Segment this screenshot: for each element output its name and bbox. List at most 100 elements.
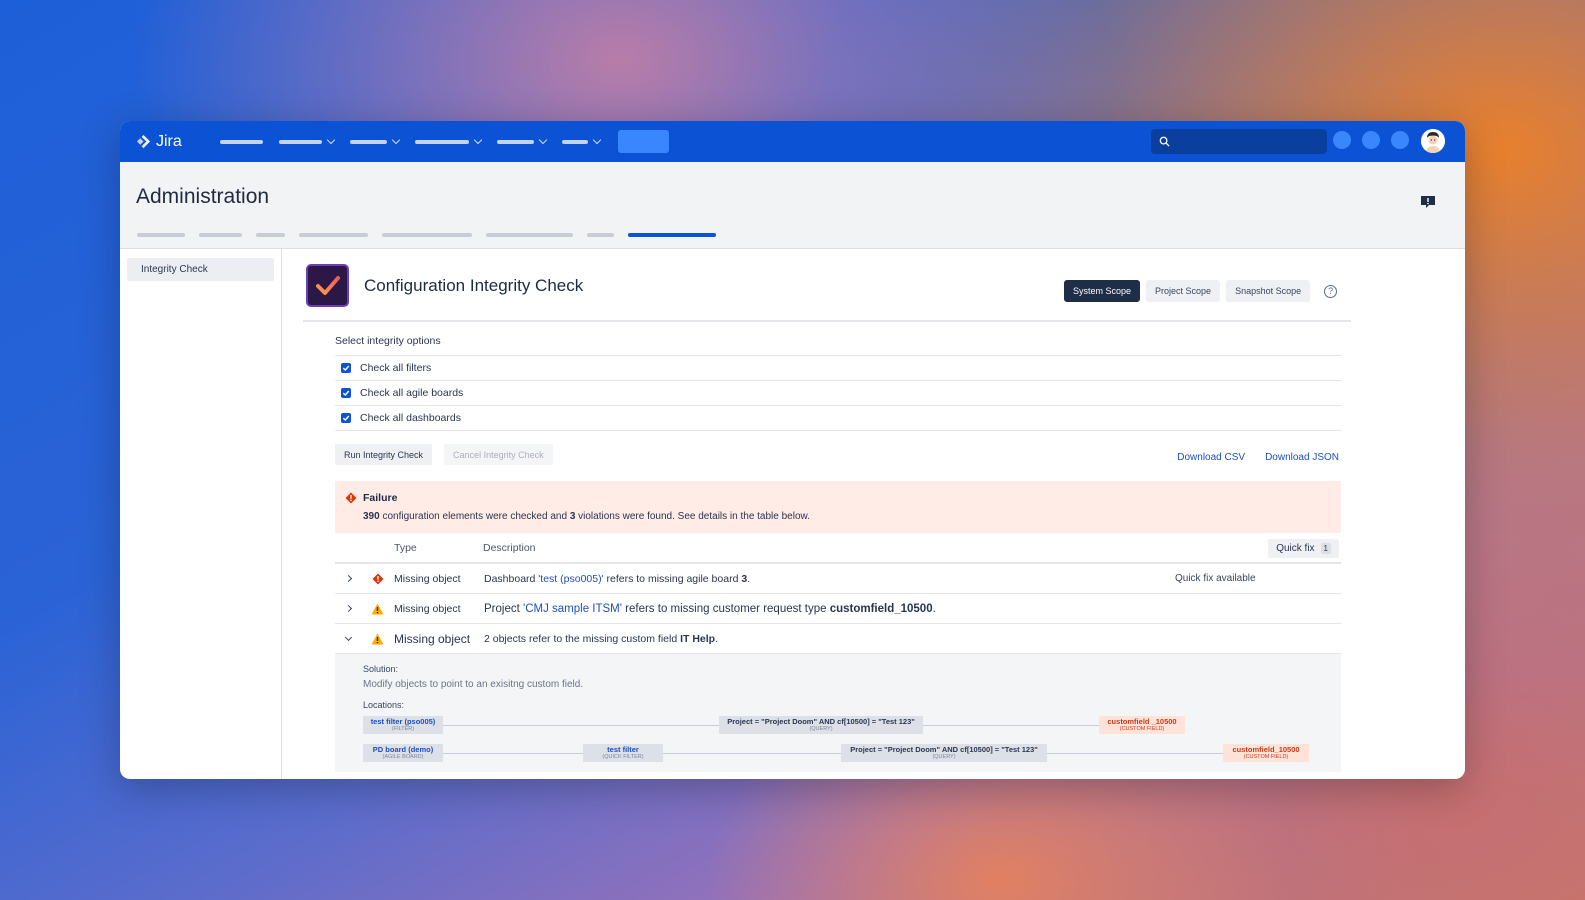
agile-boards-checkbox[interactable] — [341, 388, 351, 398]
admin-tab-5[interactable] — [382, 233, 472, 237]
failure-message: 390 configuration elements were checked … — [363, 511, 1331, 522]
location-node[interactable]: PD board (demo) (AGILE BOARD) — [363, 744, 443, 762]
option-label: Check all filters — [360, 362, 432, 374]
chevron-down-icon[interactable] — [335, 633, 361, 641]
desc-text: . — [715, 632, 719, 645]
avatar-icon — [1421, 129, 1445, 153]
table-row[interactable]: Missing object Project 'CMJ sample ITSM'… — [335, 594, 1341, 624]
create-button[interactable] — [618, 130, 669, 153]
error-icon — [345, 492, 357, 504]
help-menu-icon[interactable] — [1362, 131, 1380, 149]
notifications-icon[interactable] — [1333, 131, 1351, 149]
connector-line — [663, 753, 841, 754]
sidebar-item-integrity-check[interactable]: Integrity Check — [127, 258, 274, 281]
row-type: Missing object — [394, 631, 471, 646]
project-link[interactable]: 'CMJ sample ITSM' — [523, 603, 622, 615]
nav-item-2[interactable] — [279, 135, 336, 145]
desc-text: . — [932, 602, 936, 615]
desc-text: refers to missing agile board — [603, 572, 742, 585]
connector-line — [443, 753, 583, 754]
desc-text: Dashboard — [484, 572, 539, 585]
project-scope-button[interactable]: Project Scope — [1146, 280, 1221, 302]
download-csv-link[interactable]: Download CSV — [1177, 452, 1245, 463]
location-node[interactable]: customfield _10500 (CUSTOM FIELD) — [1099, 716, 1185, 734]
quick-fix-button[interactable]: Quick fix 1 — [1268, 539, 1339, 558]
table-row[interactable]: Missing object Dashboard 'test (pso005)'… — [335, 564, 1341, 594]
admin-tab-active[interactable] — [628, 233, 716, 237]
nav-item-5[interactable] — [497, 135, 548, 145]
nav-item-4[interactable] — [415, 135, 483, 145]
help-icon[interactable]: ? — [1324, 284, 1338, 298]
run-integrity-check-button[interactable]: Run Integrity Check — [335, 443, 433, 465]
feedback-icon[interactable] — [1420, 195, 1436, 209]
node-kind: (QUICK FILTER) — [602, 753, 644, 760]
user-avatar[interactable] — [1421, 129, 1445, 153]
cancel-integrity-check-button[interactable]: Cancel Integrity Check — [444, 443, 553, 465]
admin-tab-2[interactable] — [199, 233, 242, 237]
violations-table-header: Type Description Quick fix 1 — [335, 533, 1341, 564]
connector-line — [923, 725, 1099, 726]
table-row-expanded[interactable]: Missing object 2 objects refer to the mi… — [335, 624, 1341, 654]
chevron-down-icon — [592, 135, 602, 145]
download-json-link[interactable]: Download JSON — [1265, 452, 1339, 463]
admin-header: Administration — [120, 162, 1465, 249]
solution-label: Solution: — [363, 664, 399, 674]
option-check-dashboards: Check all dashboards — [335, 406, 1341, 431]
filters-checkbox[interactable] — [341, 363, 351, 373]
chevron-right-icon[interactable] — [335, 604, 361, 613]
failure-banner: Failure 390 configuration elements were … — [335, 481, 1341, 533]
admin-tabs — [137, 233, 716, 237]
node-name: Project = "Project Doom" AND cf[10500] =… — [727, 717, 915, 726]
location-node[interactable]: test filter (QUICK FILTER) — [583, 744, 663, 762]
row-detail: Solution: Modify objects to point to an … — [335, 654, 1341, 772]
snapshot-scope-button[interactable]: Snapshot Scope — [1226, 280, 1311, 302]
action-bar: Run Integrity Check Cancel Integrity Che… — [335, 443, 1341, 465]
chevron-down-icon — [391, 135, 401, 145]
chevron-right-icon[interactable] — [335, 574, 361, 583]
admin-tab-7[interactable] — [587, 233, 614, 237]
system-scope-button[interactable]: System Scope — [1064, 280, 1141, 302]
node-kind: (AGILE BOARD) — [382, 753, 424, 760]
node-kind: (QUERY) — [932, 753, 956, 760]
failure-text: configuration elements were checked and — [379, 511, 570, 522]
node-name: test filter (pso005) — [370, 717, 436, 726]
main-panel: Configuration Integrity Check System Sco… — [282, 249, 1465, 779]
admin-tab-4[interactable] — [299, 233, 368, 237]
nav-item-1[interactable] — [220, 139, 263, 144]
connector-line — [443, 725, 719, 726]
options-title: Select integrity options — [335, 322, 1341, 356]
dashboards-checkbox[interactable] — [341, 413, 351, 423]
location-node[interactable]: Project = "Project Doom" AND cf[10500] =… — [841, 744, 1047, 762]
nav-menu — [220, 130, 669, 153]
jira-window: Jira Administration Integrity Check Conf… — [120, 121, 1465, 779]
option-label: Check all agile boards — [360, 387, 464, 399]
nav-item-6[interactable] — [562, 135, 602, 145]
node-name: Project = "Project Doom" AND cf[10500] =… — [850, 745, 1038, 754]
location-node[interactable]: customfield_10500 (CUSTOM FIELD) — [1223, 744, 1309, 762]
admin-tab-6[interactable] — [486, 233, 573, 237]
admin-tab-1[interactable] — [137, 233, 185, 237]
admin-tab-3[interactable] — [256, 233, 285, 237]
desc-bold: customfield_10500 — [829, 602, 933, 615]
settings-icon[interactable] — [1391, 131, 1409, 149]
row-description: Dashboard 'test (pso005)' refers to miss… — [484, 573, 750, 585]
desc-text: refers to missing customer request type — [621, 602, 830, 615]
location-node[interactable]: Project = "Project Doom" AND cf[10500] =… — [719, 716, 923, 734]
search-box[interactable] — [1151, 129, 1327, 154]
locations-label: Locations: — [363, 700, 405, 710]
search-input[interactable] — [1176, 135, 1327, 148]
node-name: customfield_10500 — [1232, 745, 1300, 754]
location-node[interactable]: test filter (pso005) (FILTER) — [363, 716, 443, 734]
solution-text: Modify objects to point to an exisitng c… — [363, 679, 584, 690]
dashboard-link[interactable]: 'test (pso005)' — [538, 573, 603, 585]
row-type: Missing object — [394, 602, 461, 615]
search-icon — [1159, 136, 1170, 147]
node-name: customfield _10500 — [1107, 717, 1177, 726]
node-kind: (CUSTOM FIELD) — [1119, 725, 1165, 732]
nav-item-3[interactable] — [350, 135, 401, 145]
chevron-down-icon — [538, 135, 548, 145]
chevron-down-icon — [473, 135, 483, 145]
quick-fix-available[interactable]: Quick fix available — [1175, 573, 1256, 584]
jira-logo[interactable]: Jira — [136, 133, 206, 151]
nav-icon-group — [1333, 131, 1409, 149]
